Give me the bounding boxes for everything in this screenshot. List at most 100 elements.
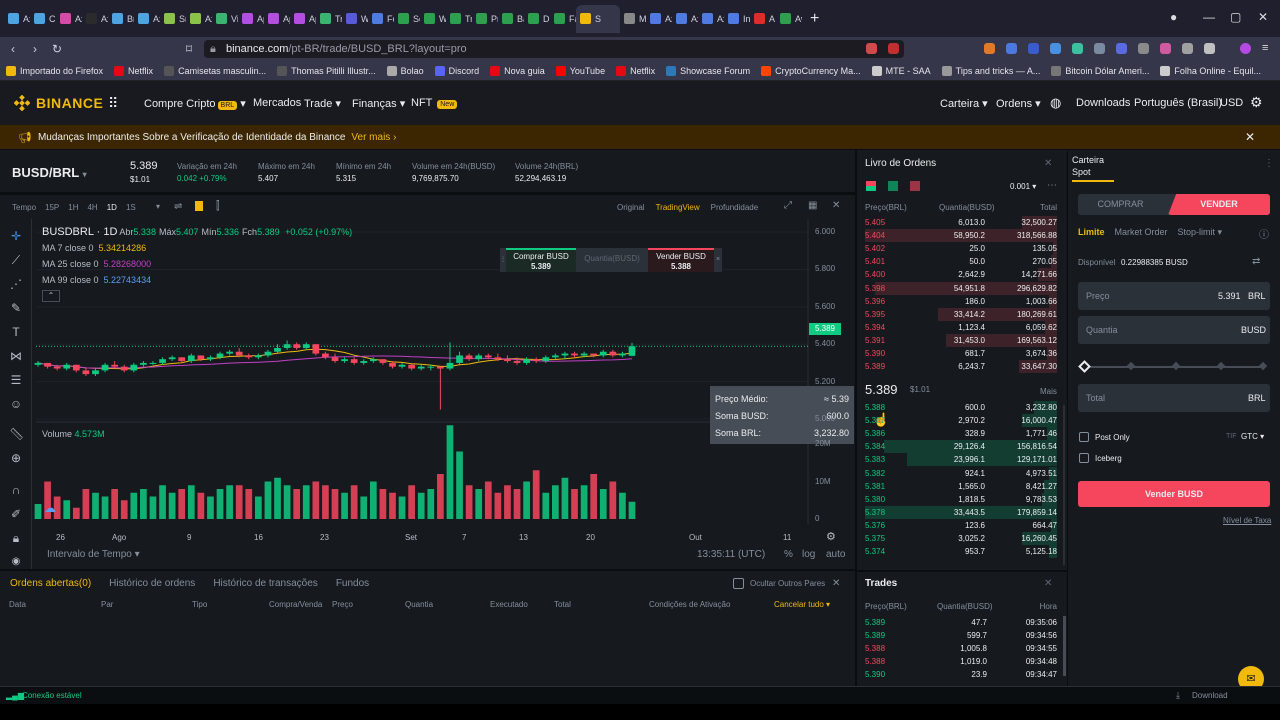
chart-view-tab[interactable]: Profundidade bbox=[711, 203, 759, 212]
post-only-checkbox[interactable] bbox=[1079, 432, 1089, 442]
ask-row[interactable]: 5.404 58,950.2 318,566.88 bbox=[865, 229, 1057, 243]
browser-tab[interactable]: Tree bbox=[316, 5, 342, 33]
slider-step[interactable] bbox=[1171, 361, 1181, 371]
browser-tab[interactable]: Axie bbox=[4, 5, 30, 33]
bookmark-item[interactable]: Netflix bbox=[114, 65, 153, 76]
quantity-input[interactable]: Quantia BUSD bbox=[1078, 316, 1270, 344]
bookmark-item[interactable]: Tips and tricks — A... bbox=[941, 65, 1040, 76]
browser-tab[interactable]: Ape bbox=[238, 5, 264, 33]
browser-tab[interactable]: Vipc bbox=[212, 5, 238, 33]
browser-tab[interactable]: Aval bbox=[776, 5, 802, 33]
browser-tab[interactable]: Win bbox=[420, 5, 446, 33]
download-link[interactable]: Download bbox=[1192, 691, 1228, 700]
interval-1H[interactable]: 1H bbox=[68, 203, 78, 212]
bid-row[interactable]: 5.387 2,970.2 16,000.47 bbox=[865, 414, 1057, 428]
auto-toggle[interactable]: auto bbox=[826, 549, 845, 560]
bookmark-item[interactable]: YouTube bbox=[555, 65, 605, 76]
nav-orders[interactable]: Ordens ▾ bbox=[996, 97, 1041, 110]
close-window-icon[interactable]: ✕ bbox=[1258, 10, 1268, 24]
bookmark-item[interactable]: Netflix bbox=[616, 65, 655, 76]
browser-tab[interactable]: Axie bbox=[186, 5, 212, 33]
book-both-icon[interactable] bbox=[866, 181, 876, 191]
iceberg-checkbox[interactable] bbox=[1079, 453, 1089, 463]
browser-tab[interactable]: Bre bbox=[108, 5, 134, 33]
candles-icon[interactable]: ⫿ bbox=[216, 200, 220, 213]
browser-menu-icon[interactable]: ● bbox=[1170, 10, 1177, 24]
bookmark-item[interactable]: MTE - SAA bbox=[871, 65, 931, 76]
ask-row[interactable]: 5.395 33,414.2 180,269.61 bbox=[865, 307, 1057, 321]
ask-row[interactable]: 5.396 186.0 1,003.66 bbox=[865, 294, 1057, 308]
scrollbar[interactable] bbox=[1063, 405, 1065, 565]
candle-style-icon[interactable]: ⇌ bbox=[174, 201, 182, 212]
transfer-icon[interactable]: ⇄ bbox=[1252, 256, 1260, 267]
extension-icon[interactable] bbox=[866, 43, 877, 54]
slider-step[interactable] bbox=[1216, 361, 1226, 371]
slider-step[interactable] bbox=[1258, 361, 1268, 371]
bid-row[interactable]: 5.386 328.9 1,771.46 bbox=[865, 427, 1057, 441]
log-toggle[interactable]: log bbox=[802, 549, 815, 560]
bid-row[interactable]: 5.382 924.1 4,973.51 bbox=[865, 466, 1057, 480]
tif-dropdown[interactable]: GTC ▾ bbox=[1241, 432, 1264, 441]
cloud-icon[interactable]: ☁ bbox=[44, 501, 60, 515]
bid-row[interactable]: 5.380 1,818.5 9,783.53 bbox=[865, 492, 1057, 506]
info-icon[interactable]: ⓘ bbox=[1259, 226, 1269, 241]
bid-row[interactable]: 5.388 600.0 3,232.80 bbox=[865, 401, 1057, 414]
nav-trade[interactable]: Trade ▾ bbox=[304, 97, 341, 110]
bookmark-item[interactable]: Bolao bbox=[386, 65, 424, 76]
quick-buy-button[interactable]: Comprar BUSD 5.389 bbox=[506, 248, 576, 272]
chart-view-tab[interactable]: Original bbox=[617, 203, 645, 212]
ask-row[interactable]: 5.402 25.0 135.05 bbox=[865, 242, 1057, 256]
nav-markets[interactable]: Mercados bbox=[253, 97, 301, 109]
browser-tab[interactable]: Inve bbox=[724, 5, 750, 33]
binance-logo[interactable]: BINANCE bbox=[14, 95, 103, 111]
ask-row[interactable]: 5.389 6,243.7 33,647.30 bbox=[865, 360, 1057, 374]
profile-avatar[interactable] bbox=[1240, 43, 1251, 54]
bid-row[interactable]: 5.374 953.7 5,125.18 bbox=[865, 545, 1057, 559]
bookmark-item[interactable]: Camisetas masculin... bbox=[164, 65, 266, 76]
eye-icon[interactable]: ◉ bbox=[9, 555, 23, 569]
browser-tab[interactable]: Ape bbox=[264, 5, 290, 33]
ask-row[interactable]: 5.405 6,013.0 32,500.27 bbox=[865, 216, 1057, 229]
nav-language[interactable]: Português (Brasil) bbox=[1134, 97, 1222, 109]
orders-tab[interactable]: Histórico de transações bbox=[213, 578, 318, 589]
browser-tab[interactable]: Barr bbox=[498, 5, 524, 33]
browser-tab[interactable]: Sch bbox=[394, 5, 420, 33]
nav-currency[interactable]: USD bbox=[1220, 97, 1243, 109]
puzzle-icon[interactable] bbox=[1204, 43, 1215, 54]
nav-nft[interactable]: NFT New bbox=[411, 97, 458, 109]
time-interval-dropdown[interactable]: Intervalo de Tempo ▾ bbox=[47, 549, 140, 560]
fee-level-link[interactable]: Nível de Taxa bbox=[1223, 516, 1271, 525]
interval-4H[interactable]: 4H bbox=[87, 203, 97, 212]
interval-dropdown-icon[interactable]: ▾ bbox=[156, 202, 160, 211]
browser-tab[interactable]: Axie bbox=[82, 5, 108, 33]
interval-1S[interactable]: 1S bbox=[126, 203, 136, 212]
slider-handle[interactable] bbox=[1078, 360, 1091, 373]
ask-row[interactable]: 5.400 2,642.9 14,271.66 bbox=[865, 268, 1057, 282]
extension-icon[interactable] bbox=[1028, 43, 1039, 54]
slider-step[interactable] bbox=[1126, 361, 1136, 371]
order-type-tab[interactable]: Market Order bbox=[1115, 227, 1168, 238]
price-chart[interactable]: ✛ ⟋ ⋰ ✎ T ⋈ ☰ ☺ 📏︎ ⊕ ∩ ✐ 🔒︎ ◉ BUSDBRL · … bbox=[0, 219, 855, 569]
user-icon[interactable]: ◍ bbox=[1050, 95, 1061, 111]
quick-qty-input[interactable]: Quantia(BUSD) bbox=[576, 248, 648, 272]
cancel-all-dropdown[interactable]: Cancelar tudo ▾ bbox=[774, 600, 830, 609]
order-type-tab[interactable]: Stop-limit ▾ bbox=[1178, 227, 1223, 238]
browser-tab[interactable]: Pred bbox=[472, 5, 498, 33]
extension-icon[interactable] bbox=[1050, 43, 1061, 54]
extension-icon[interactable] bbox=[1160, 43, 1171, 54]
close-orders-icon[interactable]: ✕ bbox=[832, 578, 840, 589]
spot-wallet-tab[interactable]: Carteira Spot bbox=[1072, 154, 1114, 182]
bookmark-icon[interactable]: ⌑ bbox=[178, 42, 200, 56]
reload-icon[interactable]: ↻ bbox=[46, 42, 68, 56]
sell-submit-button[interactable]: Vender BUSD bbox=[1078, 481, 1270, 507]
browser-tab[interactable]: Folk bbox=[368, 5, 394, 33]
bid-row[interactable]: 5.375 3,025.2 16,260.45 bbox=[865, 532, 1057, 545]
close-orderbook-icon[interactable]: ✕ bbox=[1044, 158, 1052, 169]
ask-row[interactable]: 5.394 1,123.4 6,059.62 bbox=[865, 320, 1057, 334]
browser-tab[interactable]: S bbox=[576, 4, 620, 33]
buy-tab[interactable]: COMPRAR bbox=[1078, 194, 1163, 215]
fullscreen-icon[interactable]: ⤢ bbox=[784, 200, 792, 211]
amount-slider[interactable] bbox=[1078, 360, 1268, 373]
trades-scrollbar[interactable] bbox=[1063, 616, 1066, 676]
bookmark-item[interactable]: CryptoCurrency Ma... bbox=[761, 65, 861, 76]
